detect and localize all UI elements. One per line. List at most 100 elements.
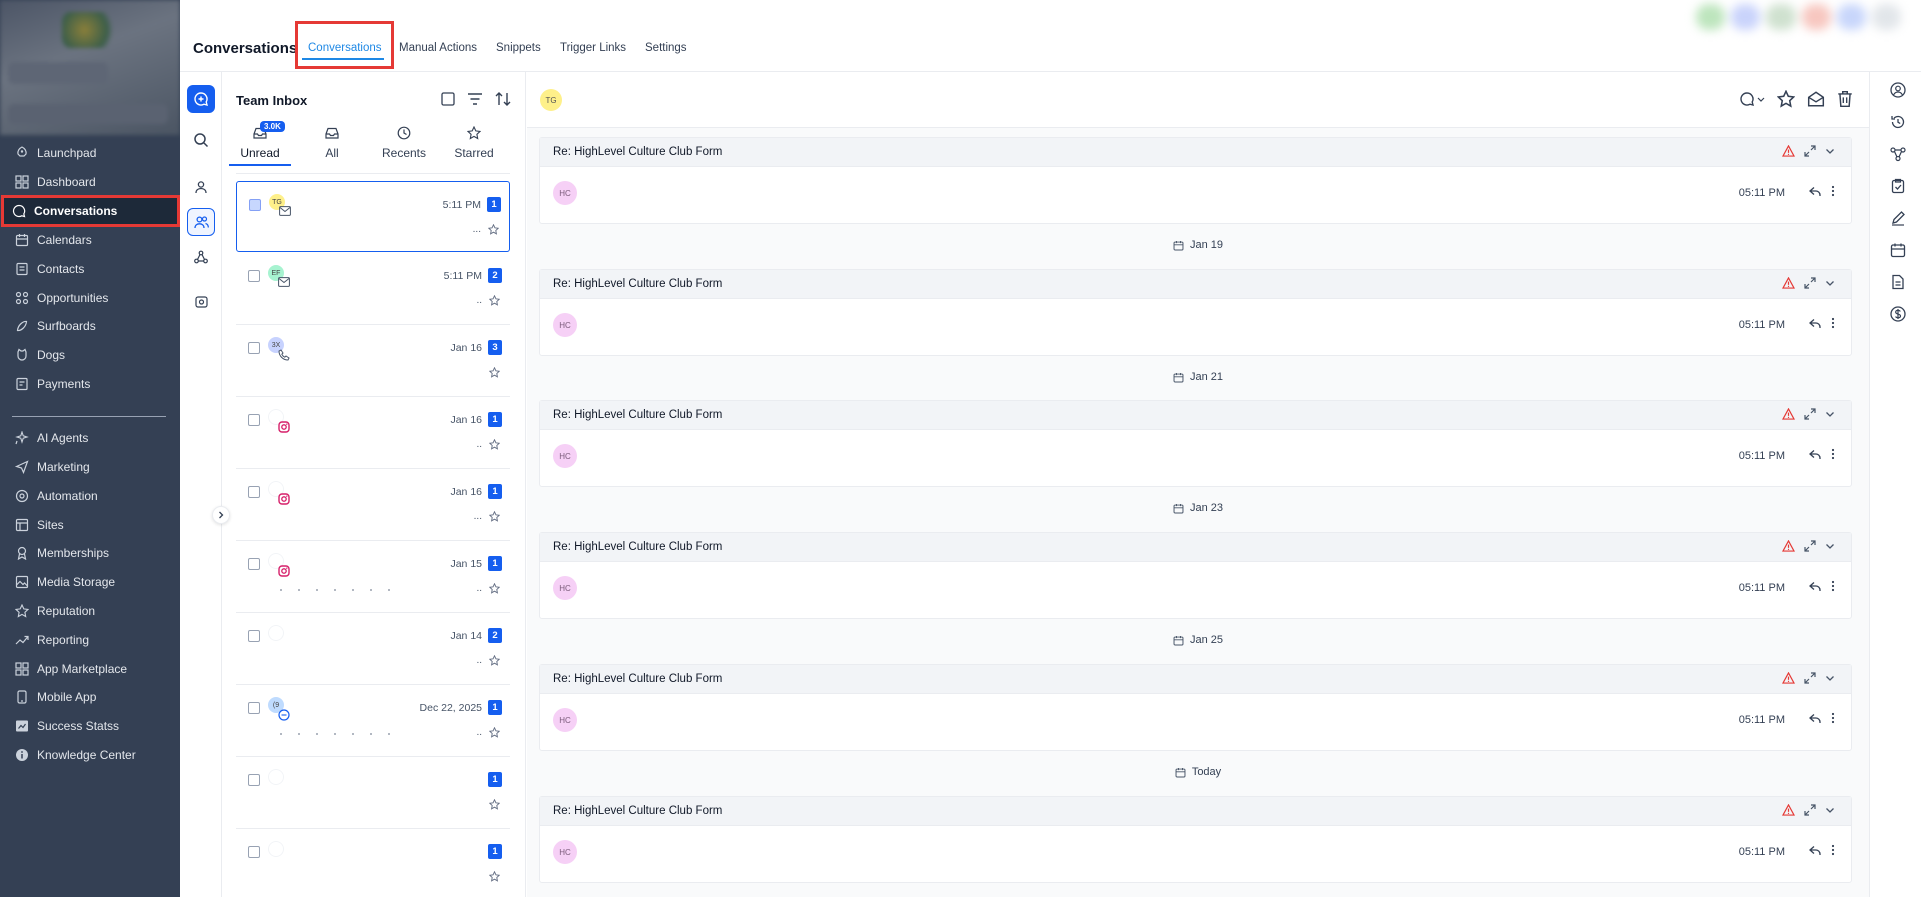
sidebar-item-success-statss[interactable]: Success Statss: [7, 713, 177, 739]
star-icon[interactable]: [1777, 90, 1795, 108]
mark-unread-icon[interactable]: [1807, 90, 1825, 108]
tab-settings[interactable]: Settings: [645, 42, 687, 54]
calendar-icon[interactable]: [1890, 242, 1906, 258]
more-options-icon[interactable]: [1831, 317, 1835, 329]
conversation-row[interactable]: Jan 14 2..: [236, 613, 510, 685]
row-checkbox[interactable]: [249, 199, 261, 211]
sidebar-item-mobile-app[interactable]: Mobile App: [7, 684, 177, 710]
tab-starred[interactable]: Starred: [440, 124, 508, 160]
more-options-icon[interactable]: [1831, 712, 1835, 724]
conversation-row[interactable]: TG 5:11 PM 1...: [236, 181, 510, 252]
sidebar-item-payments[interactable]: Payments: [7, 371, 177, 397]
conversation-row[interactable]: 1: [236, 829, 510, 897]
location-switcher[interactable]: [8, 104, 168, 124]
channel-select-icon[interactable]: [1739, 91, 1765, 107]
star-icon[interactable]: [489, 295, 500, 306]
email-subject-bar[interactable]: [540, 138, 1851, 167]
more-options-icon[interactable]: [1831, 448, 1835, 460]
tab-all[interactable]: All: [298, 124, 366, 160]
trash-icon[interactable]: [1837, 90, 1853, 108]
account-switcher[interactable]: [0, 0, 180, 135]
payment-dollar-icon[interactable]: [1890, 306, 1906, 322]
email-message-card[interactable]: Re: HighLevel Culture Club Form HC 05:11 P…: [539, 796, 1852, 883]
error-warning-icon[interactable]: [1782, 804, 1795, 816]
error-warning-icon[interactable]: [1782, 145, 1795, 157]
expand-icon[interactable]: [1804, 408, 1816, 420]
my-inbox-button[interactable]: [187, 173, 215, 201]
conversation-row[interactable]: 3X Jan 16 3: [236, 325, 510, 397]
sort-icon[interactable]: [495, 92, 511, 106]
internal-chat-button[interactable]: [187, 288, 215, 316]
sidebar-item-calendars[interactable]: Calendars: [7, 227, 177, 253]
sidebar-item-dashboard[interactable]: Dashboard: [7, 169, 177, 195]
row-checkbox[interactable]: [248, 630, 260, 642]
error-warning-icon[interactable]: [1782, 408, 1795, 420]
chevron-down-icon[interactable]: [1825, 146, 1835, 156]
select-all-checkbox[interactable]: [441, 92, 455, 106]
workflow-icon[interactable]: [1890, 146, 1906, 162]
document-icon[interactable]: [1890, 274, 1906, 290]
sidebar-item-conversations[interactable]: Conversations: [1, 195, 180, 227]
expand-panel-button[interactable]: [212, 506, 230, 524]
contact-profile-icon[interactable]: [1890, 82, 1906, 98]
contact-avatar[interactable]: TG: [540, 89, 562, 111]
email-message-card[interactable]: Re: HighLevel Culture Club Form HC 05:11 P…: [539, 269, 1852, 356]
expand-icon[interactable]: [1804, 145, 1816, 157]
error-warning-icon[interactable]: [1782, 277, 1795, 289]
email-message-card[interactable]: Re: HighLevel Culture Club Form HC 05:11 P…: [539, 137, 1852, 224]
email-message-card[interactable]: Re: HighLevel Culture Club Form HC 05:11 P…: [539, 532, 1852, 619]
tab-recents[interactable]: Recents: [370, 124, 438, 160]
row-checkbox[interactable]: [248, 270, 260, 282]
reply-icon[interactable]: [1809, 581, 1821, 592]
more-options-icon[interactable]: [1831, 185, 1835, 197]
sidebar-item-surfboards[interactable]: Surfboards: [7, 313, 177, 339]
new-message-button[interactable]: [187, 85, 215, 113]
chevron-down-icon[interactable]: [1825, 805, 1835, 815]
email-subject-bar[interactable]: [540, 533, 1851, 562]
conversation-row[interactable]: 1: [236, 757, 510, 829]
star-icon[interactable]: [489, 655, 500, 666]
email-subject-bar[interactable]: [540, 797, 1851, 826]
star-icon[interactable]: [489, 799, 500, 810]
conversation-row[interactable]: EF 5:11 PM 2..: [236, 253, 510, 325]
more-options-icon[interactable]: [1831, 580, 1835, 592]
conversation-row[interactable]: Jan 15 1..: [236, 541, 510, 613]
star-icon[interactable]: [489, 871, 500, 882]
row-checkbox[interactable]: [248, 774, 260, 786]
expand-icon[interactable]: [1804, 277, 1816, 289]
tasks-icon[interactable]: [1890, 178, 1906, 194]
sidebar-item-media-storage[interactable]: Media Storage: [7, 569, 177, 595]
error-warning-icon[interactable]: [1782, 540, 1795, 552]
conversation-row[interactable]: Jan 16 1..: [236, 397, 510, 469]
tab-snippets[interactable]: Snippets: [496, 42, 541, 54]
row-checkbox[interactable]: [248, 846, 260, 858]
email-message-card[interactable]: Re: HighLevel Culture Club Form HC 05:11 P…: [539, 664, 1852, 751]
sidebar-item-contacts[interactable]: Contacts: [7, 256, 177, 282]
reply-icon[interactable]: [1809, 318, 1821, 329]
star-icon[interactable]: [488, 224, 499, 235]
sidebar-item-launchpad[interactable]: Launchpad: [7, 140, 177, 166]
reply-icon[interactable]: [1809, 845, 1821, 856]
search-button[interactable]: [187, 126, 215, 154]
sidebar-item-reporting[interactable]: Reporting: [7, 627, 177, 653]
more-options-icon[interactable]: [1831, 844, 1835, 856]
header-actions[interactable]: [1696, 4, 1902, 30]
row-checkbox[interactable]: [248, 702, 260, 714]
reply-icon[interactable]: [1809, 449, 1821, 460]
sidebar-item-ai-agents[interactable]: AI Agents: [7, 425, 177, 451]
history-icon[interactable]: [1890, 114, 1906, 130]
star-icon[interactable]: [489, 511, 500, 522]
workflows-button[interactable]: [187, 243, 215, 271]
chevron-down-icon[interactable]: [1825, 278, 1835, 288]
sidebar-item-knowledge-center[interactable]: Knowledge Center: [7, 742, 177, 768]
error-warning-icon[interactable]: [1782, 672, 1795, 684]
sidebar-item-dogs[interactable]: Dogs: [7, 342, 177, 368]
row-checkbox[interactable]: [248, 342, 260, 354]
sidebar-item-memberships[interactable]: Memberships: [7, 540, 177, 566]
sidebar-item-reputation[interactable]: Reputation: [7, 598, 177, 624]
email-subject-bar[interactable]: [540, 270, 1851, 299]
sidebar-item-marketing[interactable]: Marketing: [7, 454, 177, 480]
star-icon[interactable]: [489, 439, 500, 450]
team-inbox-button[interactable]: [187, 208, 215, 236]
star-icon[interactable]: [489, 367, 500, 378]
